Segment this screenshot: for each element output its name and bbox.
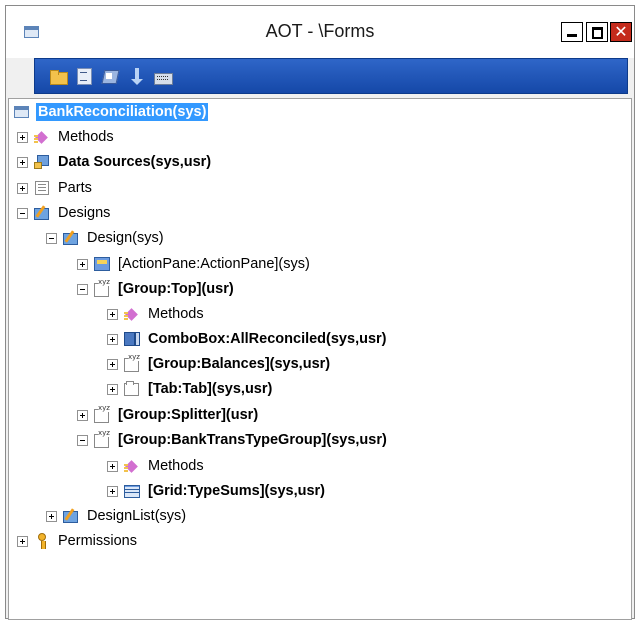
tab-icon (124, 381, 140, 397)
tree-node-label[interactable]: DesignList(sys) (85, 507, 188, 525)
collapse-icon[interactable] (77, 283, 88, 295)
tree-node-action-pane[interactable]: [ActionPane:ActionPane](sys) (77, 254, 312, 274)
design-icon (63, 230, 79, 246)
tree-node-design-list[interactable]: DesignList(sys) (46, 506, 188, 526)
tree-node-tab[interactable]: [Tab:Tab](sys,usr) (107, 379, 274, 399)
tree-node-label[interactable]: Methods (146, 457, 206, 475)
toolbar (34, 58, 628, 94)
expand-icon[interactable] (17, 131, 28, 143)
tree-node-label[interactable]: BankReconciliation(sys) (36, 103, 209, 121)
open-icon[interactable] (49, 67, 68, 85)
expand-icon[interactable] (46, 510, 57, 522)
sort-icon[interactable] (128, 67, 146, 85)
tree-node-label[interactable]: [Grid:TypeSums](sys,usr) (146, 482, 327, 500)
tree-node-label[interactable]: Design(sys) (85, 229, 166, 247)
methods-icon (124, 458, 140, 474)
close-icon: ✕ (614, 22, 628, 41)
tree-node-label[interactable]: [ActionPane:ActionPane](sys) (116, 255, 312, 273)
tree-node-banktranstype-methods[interactable]: Methods (107, 456, 206, 476)
action-pane-icon (94, 256, 110, 272)
design-list-icon (63, 508, 79, 524)
tree-node-group-top[interactable]: [Group:Top](usr) (77, 278, 236, 299)
keyboard-icon[interactable] (154, 67, 173, 85)
key-icon (34, 533, 50, 549)
tree-node-combobox[interactable]: ComboBox:AllReconciled(sys,usr) (107, 329, 389, 349)
group-icon (94, 278, 110, 297)
designs-icon (34, 205, 50, 221)
tree-node-label[interactable]: Data Sources(sys,usr) (56, 153, 213, 171)
window-title: AOT - \Forms (265, 21, 375, 41)
group-icon (124, 353, 140, 372)
grid-icon (124, 483, 140, 499)
tree-node-group-splitter[interactable]: [Group:Splitter](usr) (77, 404, 260, 425)
parts-icon (34, 180, 50, 196)
tree-node-label[interactable]: [Group:Balances](sys,usr) (146, 355, 332, 373)
close-button[interactable]: ✕ (610, 22, 632, 42)
expand-icon[interactable] (107, 460, 118, 472)
expand-icon[interactable] (77, 258, 88, 270)
expand-icon[interactable] (107, 383, 118, 395)
expand-icon[interactable] (107, 308, 118, 320)
tree-node-label[interactable]: Parts (56, 179, 94, 197)
form-icon (14, 104, 30, 120)
tree-node-design[interactable]: Design(sys) (46, 228, 166, 248)
aot-window: AOT - \Forms ✕ BankReconciliation(sys) M… (5, 5, 635, 620)
tree-node-group-top-methods[interactable]: Methods (107, 304, 206, 324)
tree-node-label[interactable]: Methods (56, 128, 116, 146)
expand-icon[interactable] (17, 535, 28, 547)
tree-node-methods[interactable]: Methods (17, 127, 116, 147)
tree-node-grid-typesums[interactable]: [Grid:TypeSums](sys,usr) (107, 481, 327, 501)
tree-node-label[interactable]: Permissions (56, 532, 139, 550)
expand-icon[interactable] (77, 409, 88, 421)
collapse-icon[interactable] (17, 207, 28, 219)
maximize-button[interactable] (586, 22, 608, 42)
properties-icon[interactable] (75, 67, 93, 85)
minimize-button[interactable] (561, 22, 583, 42)
tree-node-group-banktranstype[interactable]: [Group:BankTransTypeGroup](sys,usr) (77, 429, 389, 450)
tree-node-designs[interactable]: Designs (17, 203, 112, 223)
tree-node-label[interactable]: Methods (146, 305, 206, 323)
data-sources-icon (34, 154, 50, 170)
expand-icon[interactable] (17, 182, 28, 194)
methods-icon (34, 129, 50, 145)
tree-node-parts[interactable]: Parts (17, 178, 94, 198)
tree-node-label[interactable]: [Group:Splitter](usr) (116, 406, 260, 424)
collapse-icon[interactable] (46, 232, 57, 244)
tree-node-label[interactable]: Designs (56, 204, 112, 222)
compile-icon[interactable] (101, 67, 119, 85)
expand-icon[interactable] (17, 156, 28, 168)
tree-node-label[interactable]: [Group:BankTransTypeGroup](sys,usr) (116, 431, 389, 449)
tree-view[interactable]: BankReconciliation(sys) Methods Data Sou… (8, 98, 632, 620)
tree-node-root[interactable]: BankReconciliation(sys) (14, 102, 209, 122)
group-icon (94, 429, 110, 448)
group-icon (94, 404, 110, 423)
combobox-icon (124, 331, 140, 347)
tree-node-group-balances[interactable]: [Group:Balances](sys,usr) (107, 353, 332, 374)
tree-node-label[interactable]: [Tab:Tab](sys,usr) (146, 380, 274, 398)
expand-icon[interactable] (107, 485, 118, 497)
tree-node-label[interactable]: [Group:Top](usr) (116, 280, 236, 298)
title-bar[interactable]: AOT - \Forms ✕ (6, 6, 634, 58)
tree-node-data-sources[interactable]: Data Sources(sys,usr) (17, 152, 213, 172)
expand-icon[interactable] (107, 333, 118, 345)
tree-node-permissions[interactable]: Permissions (17, 531, 139, 551)
expand-icon[interactable] (107, 358, 118, 370)
methods-icon (124, 306, 140, 322)
collapse-icon[interactable] (77, 434, 88, 446)
tree-node-label[interactable]: ComboBox:AllReconciled(sys,usr) (146, 330, 389, 348)
